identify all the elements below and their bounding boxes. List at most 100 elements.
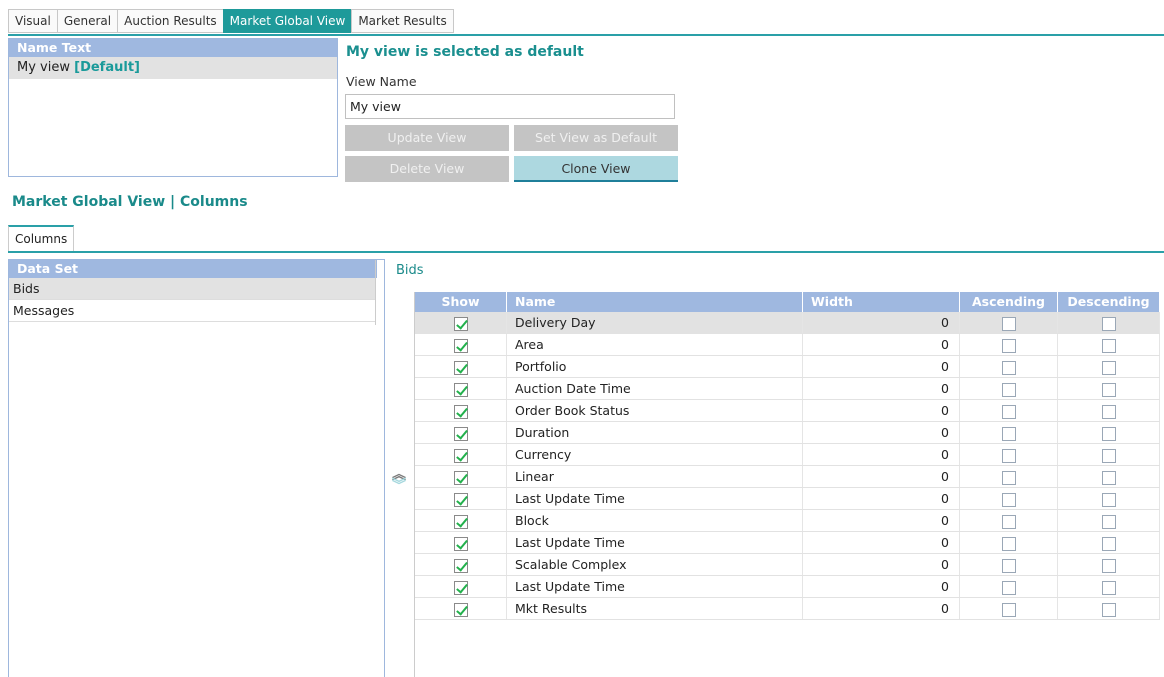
table-row[interactable]: Mkt Results 0: [415, 598, 1160, 620]
width-cell[interactable]: 0: [803, 576, 960, 597]
show-checkbox[interactable]: [453, 470, 468, 485]
ascending-checkbox[interactable]: [1001, 338, 1016, 353]
table-row[interactable]: Auction Date Time 0: [415, 378, 1160, 400]
descending-checkbox[interactable]: [1101, 448, 1116, 463]
table-row[interactable]: Delivery Day 0: [415, 312, 1160, 334]
tab-market-global-view[interactable]: Market Global View: [222, 9, 352, 33]
show-checkbox[interactable]: [453, 536, 468, 551]
update-view-button[interactable]: Update View: [345, 125, 509, 151]
descending-cell: [1058, 576, 1160, 597]
table-row[interactable]: Last Update Time 0: [415, 488, 1160, 510]
set-default-view-button[interactable]: Set View as Default: [514, 125, 678, 151]
table-row[interactable]: Block 0: [415, 510, 1160, 532]
table-row[interactable]: Currency 0: [415, 444, 1160, 466]
show-checkbox[interactable]: [453, 448, 468, 463]
ascending-checkbox[interactable]: [1001, 536, 1016, 551]
tab-general[interactable]: General: [56, 9, 118, 33]
descending-checkbox[interactable]: [1101, 382, 1116, 397]
show-checkbox[interactable]: [453, 492, 468, 507]
width-cell[interactable]: 0: [803, 378, 960, 399]
header-show[interactable]: Show: [415, 292, 507, 312]
grid-title: Bids: [396, 263, 424, 278]
ascending-checkbox[interactable]: [1001, 316, 1016, 331]
descending-checkbox[interactable]: [1101, 360, 1116, 375]
descending-checkbox[interactable]: [1101, 338, 1116, 353]
show-checkbox[interactable]: [453, 602, 468, 617]
show-checkbox[interactable]: [453, 338, 468, 353]
width-cell[interactable]: 0: [803, 532, 960, 553]
table-row[interactable]: Last Update Time 0: [415, 576, 1160, 598]
width-cell[interactable]: 0: [803, 334, 960, 355]
tab-market-results[interactable]: Market Results: [351, 9, 454, 33]
tab-columns[interactable]: Columns: [8, 225, 75, 251]
width-cell[interactable]: 0: [803, 422, 960, 443]
ascending-checkbox[interactable]: [1001, 426, 1016, 441]
ascending-checkbox[interactable]: [1001, 382, 1016, 397]
header-name[interactable]: Name: [507, 292, 803, 312]
width-cell[interactable]: 0: [803, 466, 960, 487]
width-cell[interactable]: 0: [803, 356, 960, 377]
show-checkbox[interactable]: [453, 382, 468, 397]
ascending-cell: [960, 598, 1058, 619]
descending-checkbox[interactable]: [1101, 558, 1116, 573]
ascending-checkbox[interactable]: [1001, 448, 1016, 463]
ascending-cell: [960, 444, 1058, 465]
ascending-cell: [960, 488, 1058, 509]
table-row[interactable]: Order Book Status 0: [415, 400, 1160, 422]
width-cell[interactable]: 0: [803, 510, 960, 531]
clone-view-button[interactable]: Clone View: [514, 156, 678, 182]
default-view-status: My view is selected as default: [346, 44, 584, 60]
ascending-checkbox[interactable]: [1001, 602, 1016, 617]
header-descending[interactable]: Descending: [1058, 292, 1160, 312]
show-checkbox[interactable]: [453, 514, 468, 529]
table-row[interactable]: Linear 0: [415, 466, 1160, 488]
dataset-item-messages[interactable]: Messages: [9, 300, 375, 322]
ascending-cell: [960, 554, 1058, 575]
ascending-checkbox[interactable]: [1001, 558, 1016, 573]
view-name-input[interactable]: [345, 94, 675, 119]
width-cell[interactable]: 0: [803, 598, 960, 619]
header-width[interactable]: Width: [803, 292, 960, 312]
width-cell[interactable]: 0: [803, 488, 960, 509]
width-cell[interactable]: 0: [803, 444, 960, 465]
descending-checkbox[interactable]: [1101, 492, 1116, 507]
show-checkbox[interactable]: [453, 580, 468, 595]
table-row[interactable]: Last Update Time 0: [415, 532, 1160, 554]
tab-auction-results[interactable]: Auction Results: [117, 9, 223, 33]
table-row[interactable]: Portfolio 0: [415, 356, 1160, 378]
width-cell[interactable]: 0: [803, 554, 960, 575]
ascending-checkbox[interactable]: [1001, 470, 1016, 485]
show-checkbox[interactable]: [453, 404, 468, 419]
descending-checkbox[interactable]: [1101, 470, 1116, 485]
grid-body: Delivery Day 0 Area 0 Portfolio 0 Auction Date…: [415, 312, 1160, 620]
table-row[interactable]: Area 0: [415, 334, 1160, 356]
show-checkbox[interactable]: [453, 360, 468, 375]
view-item[interactable]: My view [Default]: [9, 57, 337, 79]
descending-checkbox[interactable]: [1101, 536, 1116, 551]
descending-checkbox[interactable]: [1101, 514, 1116, 529]
ascending-checkbox[interactable]: [1001, 360, 1016, 375]
delete-view-button[interactable]: Delete View: [345, 156, 509, 182]
table-row[interactable]: Scalable Complex 0: [415, 554, 1160, 576]
descending-checkbox[interactable]: [1101, 426, 1116, 441]
descending-checkbox[interactable]: [1101, 602, 1116, 617]
ascending-checkbox[interactable]: [1001, 580, 1016, 595]
ascending-checkbox[interactable]: [1001, 492, 1016, 507]
tab-visual[interactable]: Visual: [8, 9, 57, 33]
show-checkbox[interactable]: [453, 558, 468, 573]
descending-checkbox[interactable]: [1101, 404, 1116, 419]
descending-checkbox[interactable]: [1101, 580, 1116, 595]
width-cell[interactable]: 0: [803, 400, 960, 421]
header-ascending[interactable]: Ascending: [960, 292, 1058, 312]
ascending-checkbox[interactable]: [1001, 404, 1016, 419]
table-row[interactable]: Duration 0: [415, 422, 1160, 444]
show-checkbox[interactable]: [453, 316, 468, 331]
width-cell[interactable]: 0: [803, 312, 960, 333]
descending-cell: [1058, 422, 1160, 443]
show-checkbox[interactable]: [453, 426, 468, 441]
descending-checkbox[interactable]: [1101, 316, 1116, 331]
descending-cell: [1058, 466, 1160, 487]
dataset-item-bids[interactable]: Bids: [9, 278, 375, 300]
double-chevron-down-icon[interactable]: ︾: [392, 479, 406, 493]
ascending-checkbox[interactable]: [1001, 514, 1016, 529]
